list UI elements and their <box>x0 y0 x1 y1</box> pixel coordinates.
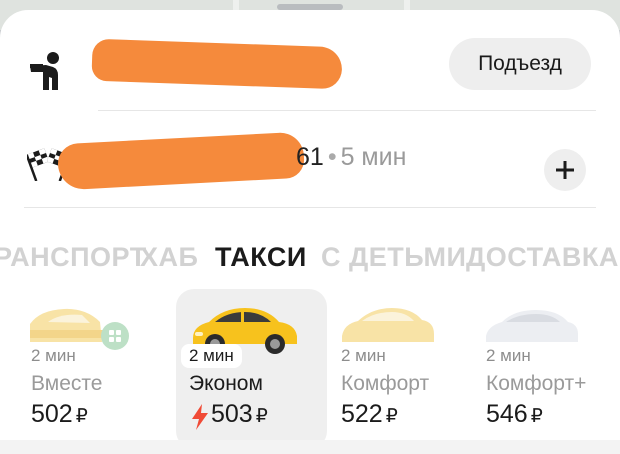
tariff-name: Комфорт <box>341 372 430 395</box>
tariff-name: Вместе <box>31 372 103 395</box>
tariff-price: 502 ₽ <box>31 400 88 428</box>
add-stop-button[interactable] <box>544 149 586 191</box>
car-vmeste-icon <box>30 308 129 350</box>
order-sheet: Подъезд 61 • 5 мин РАНСПОРТ ХАБ ТАКСИ С ДЕ… <box>0 4 620 454</box>
tariff-name: Комфорт+ <box>486 372 587 395</box>
tab-delivery[interactable]: ДОСТАВКА <box>466 242 619 273</box>
tab-with-kids[interactable]: С ДЕТЬМИ <box>321 242 466 273</box>
car-comfort-icon <box>342 308 434 342</box>
tariff-price: 522 ₽ <box>341 400 398 428</box>
tariff-name: Эконом <box>189 372 263 395</box>
tariff-eta: 2 мин <box>31 346 82 366</box>
plus-icon <box>556 161 574 179</box>
tariff-eta: 2 мин <box>181 344 242 368</box>
sheet-grabber[interactable] <box>277 4 343 10</box>
tariff-price: 503 ₽ <box>211 400 268 428</box>
row-divider <box>98 110 596 111</box>
tariff-eta: 2 мин <box>341 346 392 366</box>
surge-lightning-icon <box>192 404 208 430</box>
redaction-mark <box>56 131 306 191</box>
destination-eta: 5 мин <box>340 143 407 171</box>
bottom-edge <box>0 440 620 454</box>
pedestrian-icon <box>30 52 59 90</box>
row-divider <box>24 207 596 208</box>
car-comfort-plus-icon <box>486 310 578 342</box>
entrance-button[interactable]: Подъезд <box>449 38 591 90</box>
tariff-price: 546 ₽ <box>486 400 543 428</box>
tariff-eta: 2 мин <box>486 346 537 366</box>
redaction-mark <box>91 38 343 90</box>
destination-address[interactable]: 61 • 5 мин <box>296 143 406 172</box>
tab-hub[interactable]: ХАБ <box>140 242 198 273</box>
service-tabs: РАНСПОРТ ХАБ ТАКСИ С ДЕТЬМИ ДОСТАВКА <box>0 242 620 286</box>
tab-taxi[interactable]: ТАКСИ <box>215 242 307 273</box>
tab-transport[interactable]: РАНСПОРТ <box>0 242 147 273</box>
